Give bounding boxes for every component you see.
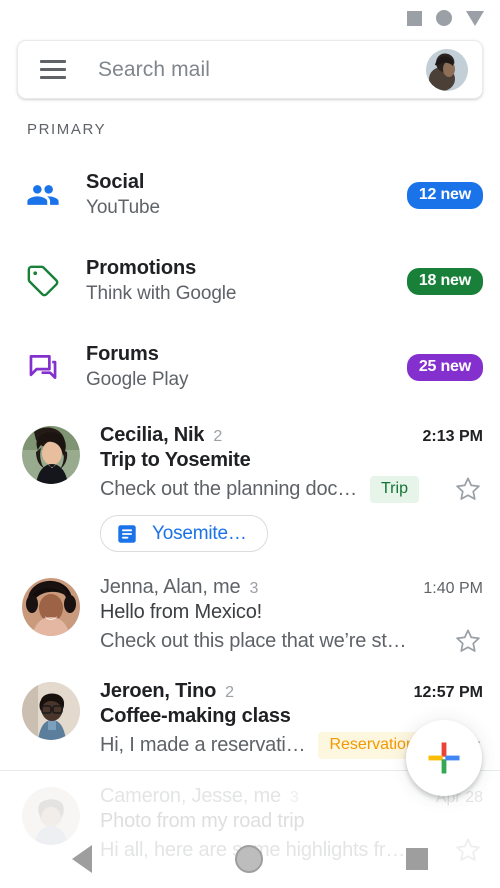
sender-avatar[interactable] [22, 578, 80, 636]
email-timestamp: 1:40 PM [423, 580, 483, 597]
forum-icon [0, 350, 86, 384]
email-header-line: Jenna, Alan, me 3 1:40 PM [100, 576, 483, 599]
email-subject: Trip to Yosemite [100, 449, 251, 471]
email-senders: Cecilia, Nik [100, 424, 205, 446]
email-snippet: Check out this place that we’re st… [100, 629, 407, 652]
search-input[interactable]: Search mail [98, 58, 426, 82]
category-row-social[interactable]: Social YouTube 12 new [0, 152, 500, 238]
email-subject: Hello from Mexico! [100, 601, 262, 623]
email-content: Cecilia, Nik 2 2:13 PM Trip to Yosemite … [100, 424, 483, 552]
star-outline-icon[interactable] [439, 474, 483, 504]
attachment-name: Yosemite… [152, 522, 247, 544]
home-circle-icon[interactable] [234, 845, 263, 873]
compose-button[interactable] [406, 720, 482, 796]
email-senders: Jeroen, Tino [100, 680, 217, 702]
email-message-count: 3 [289, 789, 299, 806]
people-icon [0, 178, 86, 212]
email-message-count: 2 [225, 684, 235, 701]
sender-avatar[interactable] [22, 426, 80, 484]
category-title: Social [86, 170, 145, 193]
search-bar[interactable]: Search mail [17, 40, 483, 99]
category-subtitle: YouTube [86, 197, 160, 219]
android-nav-bar [0, 830, 500, 888]
email-snippet-line: Check out this place that we’re st… [100, 626, 483, 656]
status-bar [0, 0, 500, 36]
category-title: Forums [86, 342, 159, 365]
email-timestamp: 12:57 PM [413, 684, 483, 701]
category-row-promotions[interactable]: Promotions Think with Google 18 new [0, 238, 500, 324]
email-message-count: 2 [213, 428, 223, 445]
email-row-cecilia[interactable]: Cecilia, Nik 2 2:13 PM Trip to Yosemite … [0, 410, 500, 562]
category-text-promotions: Promotions Think with Google [86, 255, 407, 308]
sender-avatar[interactable] [22, 682, 80, 740]
triangle-down-icon [466, 10, 484, 26]
category-text-social: Social YouTube [86, 169, 407, 222]
email-row-jenna[interactable]: Jenna, Alan, me 3 1:40 PM Hello from Mex… [0, 562, 500, 666]
email-snippet: Check out the planning doc… [100, 477, 357, 500]
email-snippet: Hi, I made a reservati… [100, 733, 306, 756]
badge-promotions-new: 18 new [406, 267, 483, 295]
email-thread-list: Cecilia, Nik 2 2:13 PM Trip to Yosemite … [0, 410, 500, 875]
google-plus-compose-icon [427, 741, 461, 775]
tag-icon [0, 264, 86, 298]
recents-square-icon[interactable] [406, 848, 429, 870]
email-senders: Cameron, Jesse, me [100, 785, 281, 807]
category-subtitle: Google Play [86, 369, 189, 391]
account-avatar[interactable] [426, 48, 468, 91]
category-title: Promotions [86, 256, 197, 279]
square-icon [407, 10, 422, 26]
email-label-chip[interactable]: Trip [370, 475, 419, 503]
email-content: Jenna, Alan, me 3 1:40 PM Hello from Mex… [100, 576, 483, 656]
back-triangle-icon[interactable] [71, 845, 92, 873]
email-snippet-line: Check out the planning doc… Trip [100, 474, 483, 504]
hamburger-menu-icon[interactable] [40, 60, 66, 79]
category-list: Social YouTube 12 new Promotions Think w… [0, 152, 500, 410]
google-docs-icon [116, 523, 138, 545]
search-bar-container: Search mail [0, 36, 500, 99]
gmail-app-screen: Search mail PRIMARY Social YouTube 12 ne… [0, 0, 500, 888]
email-senders: Jenna, Alan, me [100, 576, 241, 598]
star-outline-icon[interactable] [439, 626, 483, 656]
category-text-forums: Forums Google Play [86, 341, 407, 394]
email-header-line: Cecilia, Nik 2 2:13 PM [100, 424, 483, 447]
email-header-line: Jeroen, Tino 2 12:57 PM [100, 680, 483, 703]
badge-social-new: 12 new [406, 181, 483, 209]
category-row-forums[interactable]: Forums Google Play 25 new [0, 324, 500, 410]
badge-forums-new: 25 new [406, 353, 483, 381]
category-subtitle: Think with Google [86, 283, 237, 305]
attachment-chip-yosemite[interactable]: Yosemite… [100, 515, 268, 552]
section-header-primary: PRIMARY [27, 121, 107, 138]
email-attachment-row: Yosemite… [100, 515, 483, 552]
circle-icon [436, 10, 452, 26]
email-timestamp: 2:13 PM [422, 428, 483, 445]
email-message-count: 3 [249, 580, 259, 597]
